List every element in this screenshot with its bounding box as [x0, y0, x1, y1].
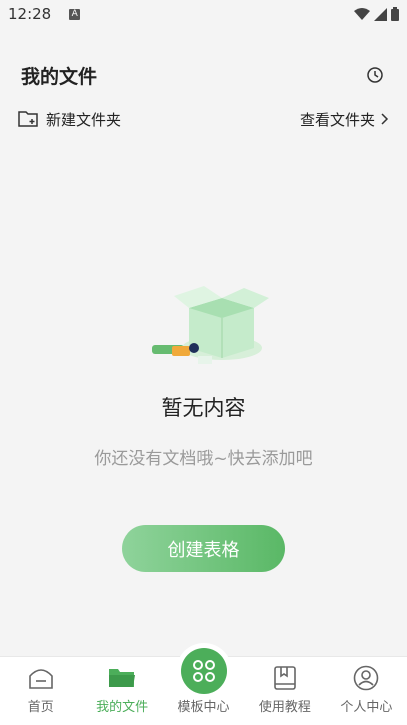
status-time: 12:28	[8, 5, 52, 23]
view-folder-label: 查看文件夹	[299, 110, 375, 129]
view-folder-link[interactable]: 查看文件夹	[300, 109, 389, 130]
bottom-tabbar: 首页 我的文件 模板中心 使用教程 个人中心	[0, 643, 407, 725]
template-grid-icon	[180, 648, 227, 694]
tab-profile[interactable]: 个人中心	[326, 657, 407, 725]
status-bar: 12:28 A	[0, 0, 407, 28]
empty-subtitle: 你还没有文档哦~快去添加吧	[94, 449, 313, 469]
folder-toolbar: 新建文件夹 查看文件夹	[0, 104, 407, 134]
page-header: 我的文件	[0, 58, 407, 92]
signal-icon	[374, 7, 387, 21]
create-spreadsheet-button[interactable]: 创建表格	[122, 525, 285, 572]
tab-my-files[interactable]: 我的文件	[81, 657, 162, 725]
tab-my-files-label: 我的文件	[96, 700, 149, 715]
tab-tutorial[interactable]: 使用教程	[244, 657, 325, 725]
history-icon[interactable]	[364, 64, 386, 86]
home-icon	[28, 664, 54, 692]
new-folder-label: 新建文件夹	[46, 110, 122, 129]
status-icons	[354, 7, 399, 21]
new-folder-button[interactable]: 新建文件夹	[18, 109, 121, 130]
page-title: 我的文件	[21, 65, 98, 88]
wifi-icon	[354, 7, 370, 20]
tab-profile-label: 个人中心	[340, 700, 393, 715]
tab-home-label: 首页	[27, 700, 54, 715]
user-icon	[353, 664, 379, 692]
template-center-bubble	[175, 643, 232, 699]
tab-tutorial-label: 使用教程	[258, 700, 311, 715]
tab-home[interactable]: 首页	[0, 657, 81, 725]
book-icon	[273, 664, 297, 692]
chevron-right-icon	[381, 113, 389, 125]
folder-icon	[108, 664, 136, 692]
empty-box-illustration	[151, 286, 269, 364]
empty-state: 暂无内容 你还没有文档哦~快去添加吧 创建表格	[0, 278, 407, 572]
folder-add-icon	[18, 111, 38, 127]
tab-template-center[interactable]: 模板中心	[163, 643, 244, 725]
battery-icon	[391, 7, 399, 21]
empty-title: 暂无内容	[161, 396, 246, 420]
notification-icon: A	[69, 8, 81, 20]
